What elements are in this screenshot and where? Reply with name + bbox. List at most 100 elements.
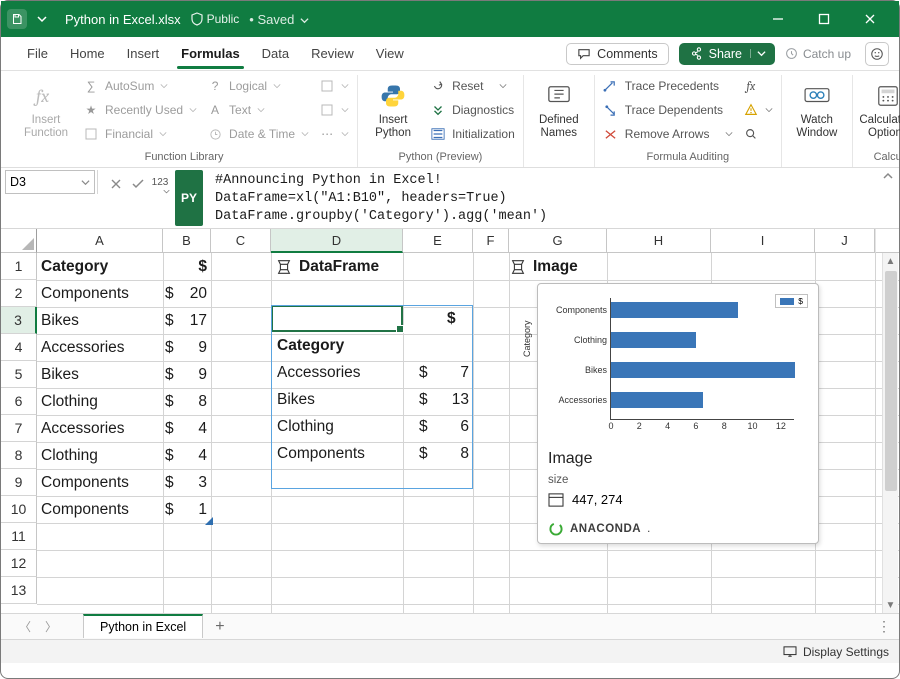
col-header-C[interactable]: C — [211, 229, 271, 253]
defined-names-button[interactable]: Defined Names — [532, 75, 586, 147]
qat-dropdown[interactable] — [37, 14, 47, 24]
window-maximize[interactable] — [801, 1, 847, 37]
tab-formulas[interactable]: Formulas — [171, 40, 250, 68]
cell-text[interactable]: 4 — [167, 417, 207, 441]
insert-function-button[interactable]: fx Insert Function — [19, 75, 73, 147]
col-header-G[interactable]: G — [509, 229, 607, 253]
tab-data[interactable]: Data — [252, 40, 299, 68]
row-header-4[interactable]: 4 — [1, 334, 37, 361]
tab-file[interactable]: File — [17, 40, 58, 68]
col-header-B[interactable]: B — [163, 229, 211, 253]
col-header-D[interactable]: D — [271, 229, 403, 253]
sheet-tab-active[interactable]: Python in Excel — [83, 614, 203, 638]
row-header-13[interactable]: 13 — [1, 577, 37, 604]
cell-text[interactable]: Clothing — [41, 390, 98, 414]
preview-cell[interactable]: Components — [277, 442, 365, 466]
expand-formula-bar[interactable] — [877, 168, 899, 182]
worksheet-grid[interactable]: Category$Components$20Bikes$17Accessorie… — [37, 253, 899, 613]
financial-button[interactable]: Financial — [83, 123, 197, 145]
preview-cell[interactable]: Category — [277, 334, 344, 358]
more-functions-1[interactable] — [319, 75, 349, 97]
reset-button[interactable]: Reset — [430, 75, 515, 97]
cell-text[interactable]: Accessories — [41, 336, 125, 360]
logical-button[interactable]: ?Logical — [207, 75, 309, 97]
text-button[interactable]: AText — [207, 99, 309, 121]
py-output-mode[interactable]: 123 — [149, 172, 171, 196]
sheet-tab-menu[interactable]: ⋮ — [869, 618, 899, 635]
python-mode-badge[interactable]: PY — [175, 170, 203, 226]
cell-text[interactable]: 4 — [167, 444, 207, 468]
cell-text[interactable]: 9 — [167, 336, 207, 360]
preview-cell[interactable]: 8 — [403, 442, 469, 466]
cell-D1[interactable]: DataFrame — [275, 255, 379, 279]
cell-text[interactable]: Bikes — [41, 309, 79, 333]
share-button[interactable]: Share — [679, 43, 775, 65]
col-header-H[interactable]: H — [607, 229, 711, 253]
preview-cell[interactable]: Bikes — [277, 388, 315, 412]
cell-text[interactable]: Components — [41, 282, 129, 306]
cell-text[interactable]: 3 — [167, 471, 207, 495]
initialization-button[interactable]: Initialization — [430, 123, 515, 145]
row-header-7[interactable]: 7 — [1, 415, 37, 442]
select-all-corner[interactable] — [1, 229, 37, 253]
confirm-edit-icon[interactable] — [127, 172, 149, 196]
preview-cell[interactable]: Accessories — [277, 361, 361, 385]
tab-review[interactable]: Review — [301, 40, 364, 68]
cell-text[interactable]: $ — [167, 255, 207, 279]
trace-dependents-button[interactable]: Trace Dependents — [603, 99, 733, 121]
formula-bar[interactable]: #Announcing Python in Excel! DataFrame=x… — [203, 168, 877, 224]
cell-text[interactable]: 9 — [167, 363, 207, 387]
remove-arrows-button[interactable]: Remove Arrows — [603, 123, 733, 145]
col-header-I[interactable]: I — [711, 229, 815, 253]
evaluate-formula-button[interactable] — [743, 123, 773, 145]
tab-view[interactable]: View — [366, 40, 414, 68]
cancel-edit-icon[interactable] — [105, 172, 127, 196]
col-header-J[interactable]: J — [815, 229, 875, 253]
preview-cell[interactable]: Clothing — [277, 415, 334, 439]
preview-cell[interactable]: 13 — [403, 388, 469, 412]
feedback-button[interactable] — [865, 42, 889, 66]
next-sheet-button[interactable]: 〉 — [39, 618, 63, 635]
cell-text[interactable]: Components — [41, 471, 129, 495]
col-header-F[interactable]: F — [473, 229, 509, 253]
smart-tag-icon[interactable] — [205, 517, 213, 525]
row-header-6[interactable]: 6 — [1, 388, 37, 415]
row-header-9[interactable]: 9 — [1, 469, 37, 496]
calculation-options-button[interactable]: Calculation Options — [861, 75, 900, 147]
comments-button[interactable]: Comments — [566, 43, 668, 65]
col-header-E[interactable]: E — [403, 229, 473, 253]
preview-cell[interactable]: 7 — [403, 361, 469, 385]
more-functions-3[interactable]: ⋯ — [319, 123, 349, 145]
row-header-8[interactable]: 8 — [1, 442, 37, 469]
watch-window-button[interactable]: Watch Window — [790, 75, 844, 147]
recently-used-button[interactable]: ★Recently Used — [83, 99, 197, 121]
row-header-1[interactable]: 1 — [1, 253, 37, 280]
more-functions-2[interactable] — [319, 99, 349, 121]
cell-text[interactable]: 20 — [167, 282, 207, 306]
row-header-10[interactable]: 10 — [1, 496, 37, 523]
show-formulas-button[interactable]: fx — [743, 75, 773, 97]
row-header-3[interactable]: 3 — [1, 307, 37, 334]
col-header-A[interactable]: A — [37, 229, 163, 253]
window-close[interactable] — [847, 1, 893, 37]
privacy-label[interactable]: Public — [191, 12, 240, 26]
add-sheet-button[interactable]: + — [205, 618, 234, 636]
preview-cell[interactable]: $ — [447, 307, 456, 331]
diagnostics-button[interactable]: Diagnostics — [430, 99, 515, 121]
cell-text[interactable]: 17 — [167, 309, 207, 333]
date-time-button[interactable]: Date & Time — [207, 123, 309, 145]
preview-cell[interactable]: 6 — [403, 415, 469, 439]
cell-G1[interactable]: Image — [509, 255, 578, 279]
tab-insert[interactable]: Insert — [117, 40, 170, 68]
name-box[interactable]: D3 — [5, 170, 95, 194]
row-header-2[interactable]: 2 — [1, 280, 37, 307]
row-header-5[interactable]: 5 — [1, 361, 37, 388]
error-checking-button[interactable] — [743, 99, 773, 121]
cell-text[interactable]: Components — [41, 498, 129, 522]
cell-text[interactable]: Bikes — [41, 363, 79, 387]
cell-text[interactable]: Accessories — [41, 417, 125, 441]
row-header-12[interactable]: 12 — [1, 550, 37, 577]
autosum-button[interactable]: ∑AutoSum — [83, 75, 197, 97]
window-minimize[interactable] — [755, 1, 801, 37]
catch-up-button[interactable]: Catch up — [777, 47, 859, 61]
